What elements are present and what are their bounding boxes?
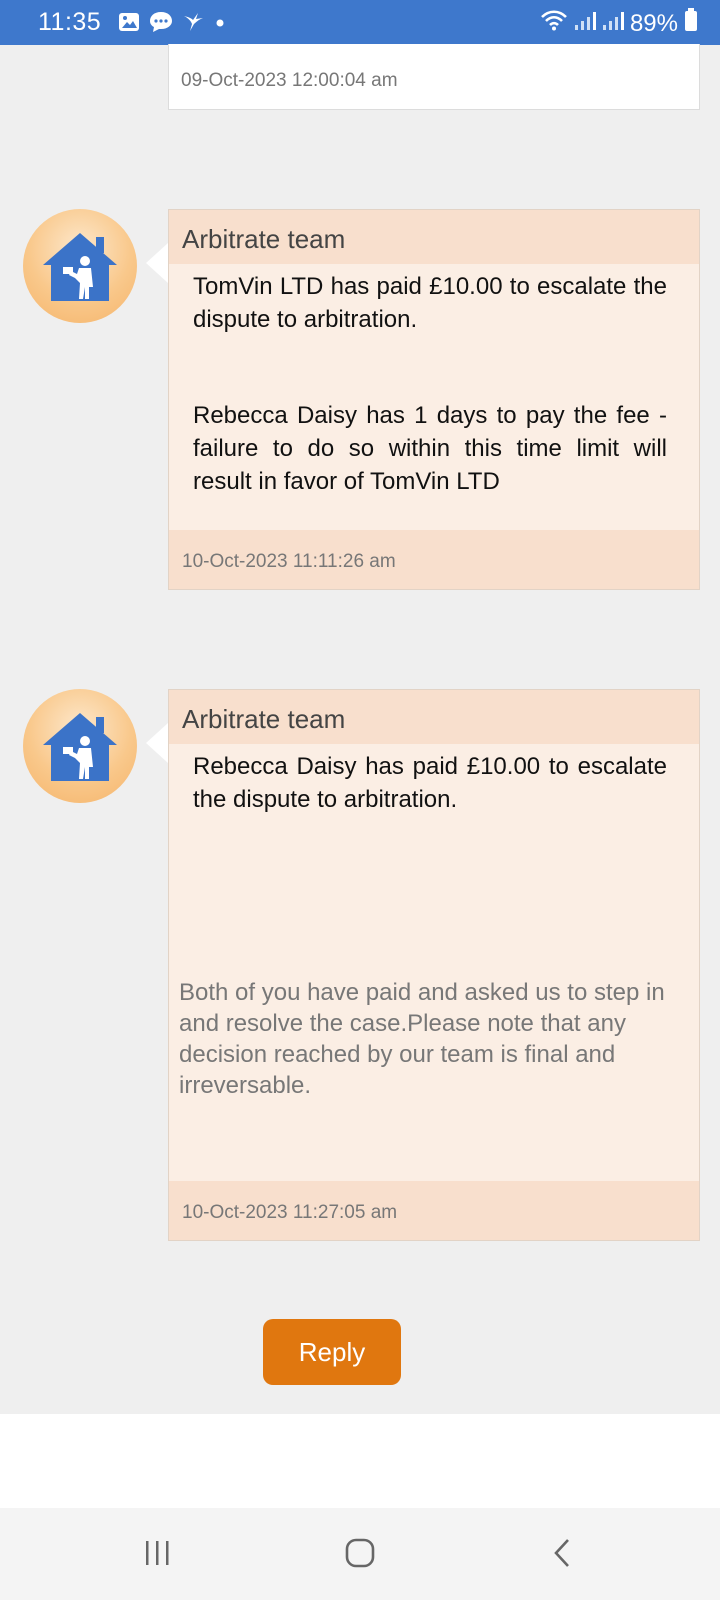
message-timestamp: 10-Oct-2023 11:11:26 am xyxy=(169,530,699,589)
message-text: TomVin LTD has paid £10.00 to escalate t… xyxy=(193,273,667,333)
dot-icon xyxy=(213,12,227,37)
signal-icon xyxy=(574,10,596,38)
bubble-pointer xyxy=(146,243,168,283)
home-icon[interactable] xyxy=(344,1537,376,1574)
message-timestamp: 10-Oct-2023 11:27:05 am xyxy=(169,1181,699,1240)
message-card: Arbitrate team Rebecca Daisy has paid £1… xyxy=(168,689,700,1241)
previous-message-card: 09-Oct-2023 12:00:04 am xyxy=(168,44,700,110)
bird-icon xyxy=(182,12,204,37)
message-text: Rebecca Daisy has 1 days to pay the fee … xyxy=(193,402,667,495)
message-sender: Arbitrate team xyxy=(169,690,699,744)
bubble-pointer xyxy=(146,723,168,763)
recent-apps-icon[interactable] xyxy=(143,1538,173,1573)
message-timestamp: 09-Oct-2023 12:00:04 am xyxy=(181,70,398,91)
wifi-icon xyxy=(540,9,568,38)
avatar xyxy=(23,209,137,323)
gallery-icon xyxy=(118,12,140,37)
message-sender: Arbitrate team xyxy=(169,210,699,264)
battery-percent: 89% xyxy=(629,9,678,37)
message-card: Arbitrate team TomVin LTD has paid £10.0… xyxy=(168,209,700,590)
message-text: Rebecca Daisy has paid £10.00 to escalat… xyxy=(193,753,667,813)
avatar xyxy=(23,689,137,803)
signal-icon-2 xyxy=(602,10,624,38)
reply-button[interactable]: Reply xyxy=(263,1319,401,1385)
battery-icon xyxy=(684,8,698,39)
back-icon[interactable] xyxy=(550,1537,574,1574)
status-time: 11:35 xyxy=(38,8,102,36)
chat-icon xyxy=(149,11,173,38)
status-bar: 11:35 89% xyxy=(0,0,720,45)
footer-area xyxy=(0,1414,720,1508)
message-text: Both of you have paid and asked us to st… xyxy=(179,979,665,1099)
